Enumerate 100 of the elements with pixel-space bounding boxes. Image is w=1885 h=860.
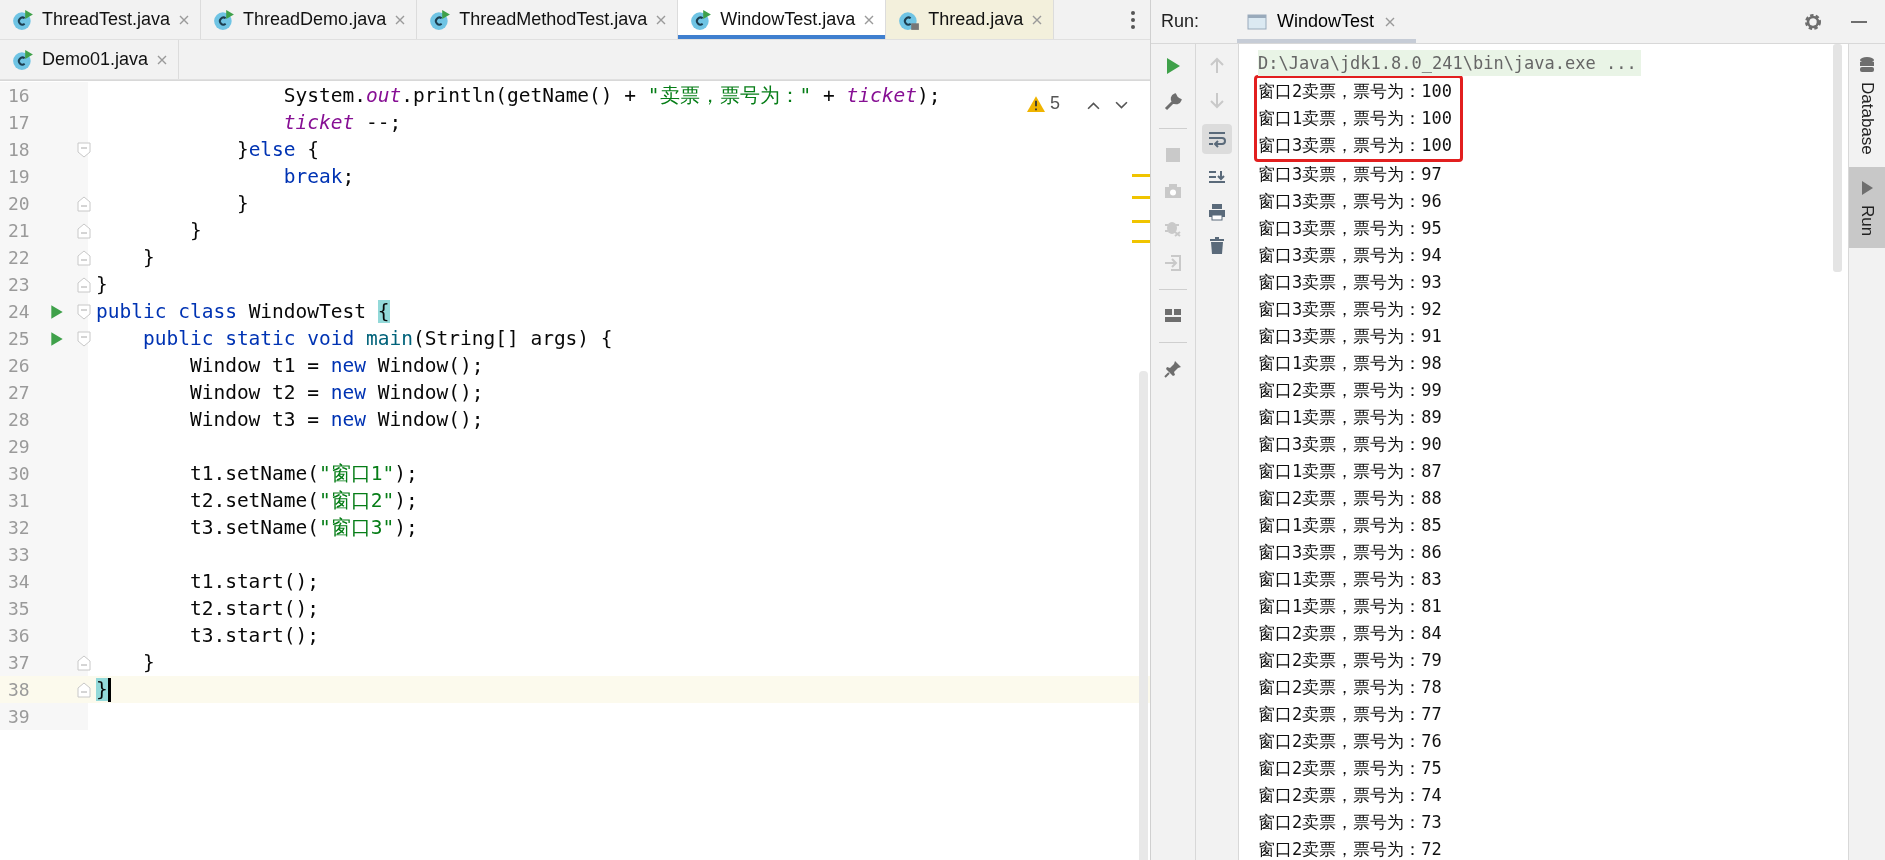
- fold-icon[interactable]: [77, 681, 91, 698]
- output-line: 窗口1卖票，票号为：100: [1258, 107, 1452, 130]
- close-icon[interactable]: [1384, 15, 1397, 28]
- scrollbar[interactable]: [1833, 44, 1842, 272]
- wrench-icon[interactable]: [1163, 92, 1183, 112]
- close-icon[interactable]: [1031, 13, 1044, 26]
- output-line: 窗口2卖票，票号为：88: [1258, 487, 1443, 510]
- database-icon: [1859, 56, 1875, 74]
- line-number: 32: [7, 517, 31, 538]
- line-number: 25: [7, 328, 31, 349]
- close-icon[interactable]: [178, 13, 191, 26]
- up-icon[interactable]: [1087, 101, 1100, 110]
- side-tab[interactable]: Database: [1849, 44, 1885, 167]
- code-line: Window t3 = new Window();: [188, 408, 484, 431]
- camera-icon[interactable]: [1163, 181, 1183, 201]
- trash-icon[interactable]: [1207, 236, 1227, 256]
- output-line: 窗口3卖票，票号为：94: [1258, 244, 1443, 267]
- file-tab[interactable]: Demo01.java: [0, 40, 180, 79]
- line-number: 23: [7, 274, 31, 295]
- code-line: }: [188, 219, 202, 242]
- code-line: }: [141, 246, 155, 269]
- output-line: 窗口3卖票，票号为：93: [1258, 271, 1443, 294]
- stop-icon[interactable]: [1163, 145, 1183, 165]
- class-icon: [12, 8, 34, 31]
- file-tab[interactable]: ThreadTest.java: [0, 0, 202, 39]
- output-line: 窗口3卖票，票号为：97: [1258, 163, 1443, 186]
- line-number: 27: [7, 382, 31, 403]
- console-tab[interactable]: WindowTest: [1237, 0, 1417, 43]
- code-line: }: [141, 651, 155, 674]
- code-line: }: [96, 273, 108, 296]
- fold-icon[interactable]: [77, 330, 91, 347]
- run-icon[interactable]: [50, 303, 64, 320]
- output-line: 窗口2卖票，票号为：75: [1258, 757, 1443, 780]
- close-icon[interactable]: [655, 13, 668, 26]
- down-arrow-icon[interactable]: [1207, 90, 1227, 110]
- soft-wrap-button[interactable]: [1202, 124, 1232, 154]
- line-number: 34: [7, 571, 31, 592]
- print-icon[interactable]: [1207, 202, 1227, 222]
- run-icon: [1859, 178, 1875, 197]
- class-icon: [213, 8, 236, 31]
- code-line: t3.setName("窗口3");: [188, 515, 418, 541]
- line-number: 28: [7, 409, 31, 430]
- output-line: 窗口3卖票，票号为：86: [1258, 541, 1443, 564]
- error-stripe-drawing: [1132, 174, 1150, 246]
- line-number: 33: [7, 544, 31, 565]
- warning-indicator[interactable]: 5: [1027, 93, 1060, 114]
- more-icon[interactable]: [1130, 9, 1136, 30]
- output-line: 窗口1卖票，票号为：81: [1258, 595, 1443, 618]
- exit-icon[interactable]: [1163, 253, 1183, 273]
- file-tab[interactable]: Thread.java: [886, 0, 1055, 39]
- file-tab[interactable]: ThreadDemo.java: [201, 0, 418, 39]
- line-number: 21: [7, 220, 31, 241]
- line-number: 20: [7, 193, 31, 214]
- output-line: 窗口3卖票，票号为：95: [1258, 217, 1443, 240]
- fold-icon[interactable]: [77, 249, 91, 266]
- code-line: System.out.println(getName() + "卖票，票号为：" + ticket);: [282, 83, 941, 109]
- fold-icon[interactable]: [77, 276, 91, 293]
- code-line: }: [235, 192, 249, 215]
- code-line: public static void main(String[] args) {: [141, 327, 613, 350]
- line-number: 22: [7, 247, 31, 268]
- close-icon[interactable]: [863, 13, 876, 26]
- fold-icon[interactable]: [77, 141, 91, 158]
- code-line: break;: [282, 165, 355, 188]
- down-icon[interactable]: [1115, 101, 1128, 110]
- line-number: 16: [7, 85, 31, 106]
- code-line: }else {: [235, 138, 320, 161]
- output-line: 窗口1卖票，票号为：89: [1258, 406, 1443, 429]
- output-line: 窗口2卖票，票号为：99: [1258, 379, 1443, 402]
- console-icon: [1247, 13, 1268, 30]
- fold-icon[interactable]: [77, 195, 91, 212]
- output-line: 窗口1卖票，票号为：85: [1258, 514, 1443, 537]
- line-number: 30: [7, 463, 31, 484]
- code-line: Window t2 = new Window();: [188, 381, 484, 404]
- line-number: 19: [7, 166, 31, 187]
- line-number: 31: [7, 490, 31, 511]
- settings-icon[interactable]: [1803, 11, 1823, 32]
- line-number: 39: [7, 706, 31, 727]
- class-icon: [12, 48, 34, 71]
- close-icon[interactable]: [394, 13, 407, 26]
- line-number: 18: [7, 139, 31, 160]
- run-icon[interactable]: [50, 330, 64, 347]
- close-icon[interactable]: [156, 53, 169, 66]
- pin-icon[interactable]: [1163, 359, 1183, 379]
- code-line: t1.setName("窗口1");: [188, 461, 418, 487]
- code-line: t2.start();: [188, 597, 320, 620]
- line-number: 29: [7, 436, 31, 457]
- warning-icon: [1027, 95, 1045, 112]
- code-line: ticket --;: [282, 111, 402, 134]
- output-line: 窗口2卖票，票号为：79: [1258, 649, 1443, 672]
- output-line: 窗口2卖票，票号为：72: [1258, 838, 1443, 860]
- fold-icon[interactable]: [77, 654, 91, 671]
- file-tab[interactable]: WindowTest.java: [678, 0, 887, 39]
- text-caret: [107, 677, 111, 702]
- side-tab[interactable]: Run: [1849, 166, 1885, 248]
- fold-icon[interactable]: [77, 303, 91, 320]
- output-line: 窗口3卖票，票号为：96: [1258, 190, 1443, 213]
- line-number: 24: [7, 301, 31, 322]
- soft-wrap-icon: [1207, 129, 1227, 149]
- fold-icon[interactable]: [77, 222, 91, 239]
- code-line: Window t1 = new Window();: [188, 354, 484, 377]
